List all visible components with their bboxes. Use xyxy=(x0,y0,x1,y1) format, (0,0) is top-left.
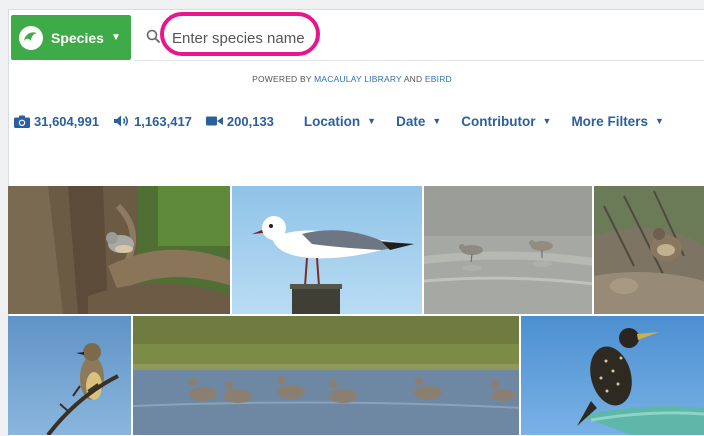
species-label: Species xyxy=(51,29,104,46)
search-bar xyxy=(134,15,704,61)
date-filter[interactable]: Date ▼ xyxy=(396,114,441,129)
ebird-logo-icon xyxy=(19,25,43,50)
location-filter[interactable]: Location ▼ xyxy=(304,114,376,129)
photo-titmouse[interactable] xyxy=(8,186,232,314)
speaker-icon xyxy=(114,115,129,127)
filter-bar: 31,604,991 1,163,417 200,133 Location ▼ D… xyxy=(14,111,704,131)
camera-icon xyxy=(14,115,30,128)
photo-starling[interactable] xyxy=(521,316,704,435)
photo-count[interactable]: 31,604,991 xyxy=(14,114,99,129)
search-icon xyxy=(146,29,160,43)
audio-count[interactable]: 1,163,417 xyxy=(113,114,192,129)
photo-quail[interactable] xyxy=(594,186,704,314)
photo-laughing-gull[interactable] xyxy=(232,186,424,314)
chevron-down-icon: ▼ xyxy=(432,116,442,126)
chevron-down-icon: ▼ xyxy=(654,116,664,126)
video-count[interactable]: 200,133 xyxy=(205,114,274,129)
photo-geese[interactable] xyxy=(133,316,521,435)
species-dropdown-button[interactable]: Species ▼ xyxy=(11,15,131,60)
more-filters[interactable]: More Filters ▼ xyxy=(571,114,663,129)
photo-shorebirds[interactable] xyxy=(424,186,594,314)
chevron-down-icon: ▼ xyxy=(367,116,377,126)
video-camera-icon xyxy=(205,116,223,126)
powered-by-text: POWERED BY MACAULAY LIBRARY AND EBIRD xyxy=(252,74,452,84)
photo-row-2 xyxy=(8,316,704,435)
chevron-down-icon: ▼ xyxy=(110,32,121,43)
species-search-input[interactable] xyxy=(164,24,320,52)
macaulay-library-link[interactable]: MACAULAY LIBRARY xyxy=(314,74,402,84)
photo-row-1 xyxy=(8,186,704,314)
contributor-filter[interactable]: Contributor ▼ xyxy=(461,114,551,129)
chevron-down-icon: ▼ xyxy=(542,116,552,126)
ebird-link[interactable]: EBIRD xyxy=(425,74,452,84)
photo-flycatcher[interactable] xyxy=(8,316,133,435)
